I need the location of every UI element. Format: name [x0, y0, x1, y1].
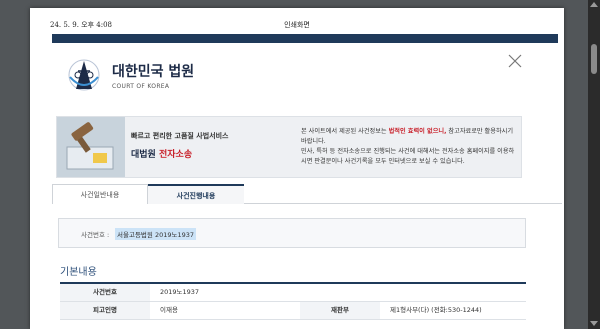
court-logo[interactable]: 대한민국 법원 COURT OF KOREA — [62, 53, 222, 99]
case-info-table: 사건번호 2019노1937 피고인명 이재용 재판부 제1형사부(다) (전화… — [60, 282, 526, 320]
court-name: 대한민국 법원 — [112, 64, 195, 80]
table-header-cell: 재판부 — [300, 302, 380, 319]
section-title: 기본내용 — [60, 267, 97, 278]
banner-illustration — [57, 117, 125, 177]
print-title: 인쇄화면 — [284, 21, 310, 29]
notice-text-3: 민사, 특허 등 전자소송으로 진행되는 사건에 대해서는 전자소송 홈페이지를… — [301, 148, 515, 165]
notice-text-1: 본 사이트에서 제공된 사건정보는 — [301, 128, 389, 135]
tab-case-progress[interactable]: 사건진행내용 — [148, 184, 244, 204]
court-name-english: COURT OF KOREA — [112, 83, 170, 90]
tab-case-general[interactable]: 사건일반내용 — [52, 184, 148, 204]
e-litigation-banner[interactable]: 빠르고 편리한 고품질 사법서비스 대법원 전자소송 본 사이트에서 제공된 사… — [56, 116, 522, 178]
table-cell: 이재용 — [160, 306, 178, 314]
pdf-viewer: 24. 5. 9. 오후 4:08 인쇄화면 대한민국 법원 COURT OF … — [0, 0, 600, 329]
banner-service-name: 전자소송 — [158, 150, 193, 160]
table-row: 사건번호 2019노1937 — [60, 284, 526, 302]
table-cell: 제1형사부(다) (전화:530-1244) — [390, 306, 482, 314]
case-tabs: 사건일반내용 사건진행내용 — [52, 184, 562, 204]
print-header: 24. 5. 9. 오후 4:08 인쇄화면 — [50, 20, 544, 34]
case-number-box: 사건번호 : 서울고등법원 2019노1937 — [58, 218, 526, 248]
banner-service-prefix: 대법원 — [131, 150, 156, 160]
print-page: 24. 5. 9. 오후 4:08 인쇄화면 대한민국 법원 COURT OF … — [30, 8, 564, 329]
case-number-label: 사건번호 : — [81, 231, 110, 239]
print-date: 24. 5. 9. 오후 4:08 — [50, 21, 112, 29]
banner-tagline: 빠르고 편리한 고품질 사법서비스 — [131, 132, 229, 140]
banner-service-title: 대법원 전자소송 — [131, 147, 192, 160]
scroll-thumb[interactable] — [591, 44, 597, 74]
top-color-bar — [52, 34, 558, 43]
viewer-scrollbar[interactable] — [588, 0, 600, 329]
table-cell: 2019노1937 — [160, 288, 200, 296]
table-row: 피고인명 이재용 재판부 제1형사부(다) (전화:530-1244) — [60, 302, 526, 320]
case-number-value: 서울고등법원 2019노1937 — [115, 228, 197, 240]
scroll-down-icon[interactable] — [590, 321, 598, 326]
table-header-cell: 사건번호 — [60, 284, 150, 301]
scroll-up-icon[interactable] — [590, 2, 598, 7]
close-icon[interactable] — [508, 54, 522, 68]
table-header-cell: 피고인명 — [60, 302, 150, 319]
notice-warning: 법적인 효력이 없으니, — [388, 128, 447, 135]
banner-notice: 본 사이트에서 제공된 사건정보는 법적인 효력이 없으니, 참고자료로만 활용… — [301, 127, 519, 167]
court-emblem-icon — [68, 59, 100, 91]
